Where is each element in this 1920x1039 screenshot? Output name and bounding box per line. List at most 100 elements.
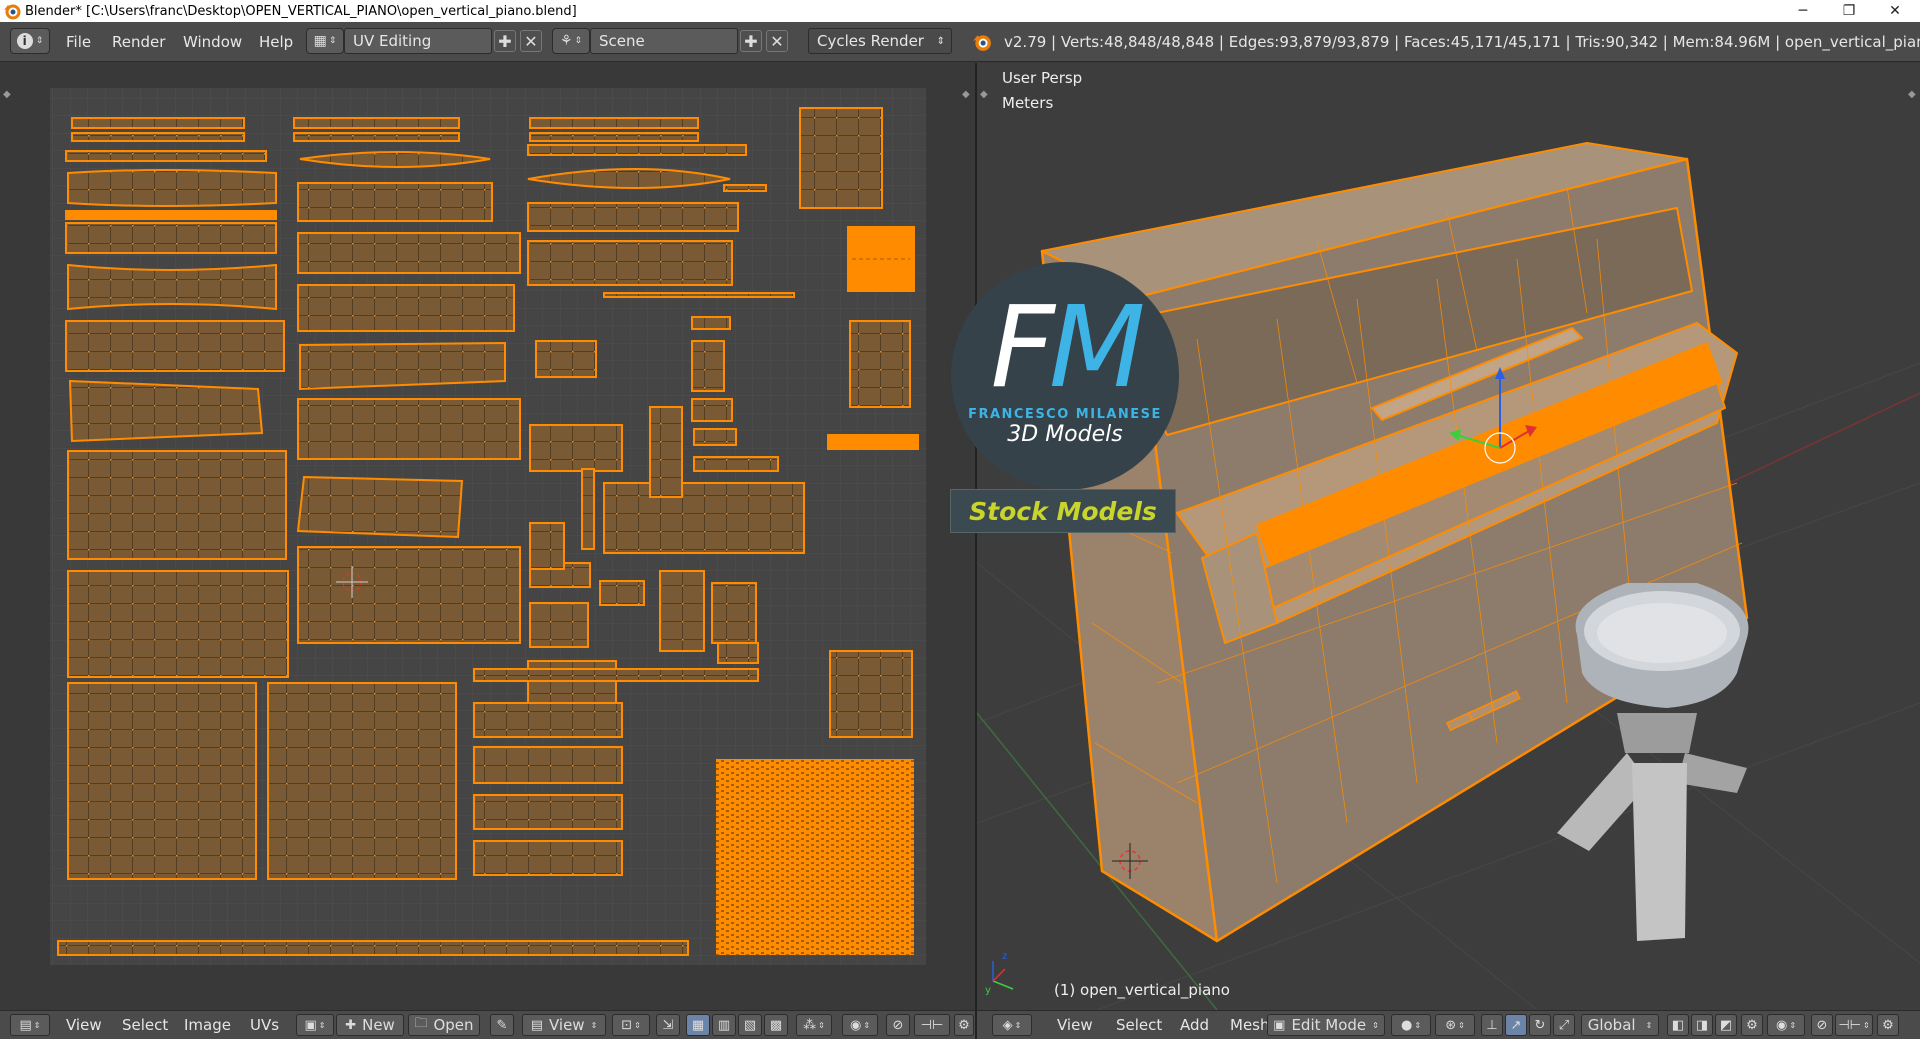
- uv-menu-image[interactable]: Image: [184, 1011, 231, 1039]
- editor-type-3d-button[interactable]: ◈ ⇕: [992, 1014, 1032, 1036]
- chevron-updown-icon: ⇕: [818, 1020, 825, 1030]
- scene-icon: ⚘: [559, 33, 573, 49]
- snap-element-select[interactable]: ⊣⊢ ⇕: [1835, 1014, 1873, 1036]
- maximize-button[interactable]: ❐: [1826, 0, 1872, 22]
- logo-tagline: 3D Models: [1007, 422, 1123, 447]
- piano-stool[interactable]: [1557, 583, 1749, 941]
- snap-icon[interactable]: ⊘: [1811, 1014, 1833, 1036]
- translate-manipulator-icon[interactable]: ↗: [1505, 1014, 1527, 1036]
- uv-menu-view[interactable]: View: [66, 1011, 102, 1039]
- screen-layout-field[interactable]: UV Editing: [344, 28, 492, 54]
- viewport-shading-select[interactable]: ● ⇕: [1391, 1014, 1431, 1036]
- face-select-icon[interactable]: ▧: [738, 1014, 762, 1036]
- blender-logo-icon: [973, 35, 991, 51]
- uv-menu-select[interactable]: Select: [122, 1011, 168, 1039]
- chevron-updown-icon: ⇕: [574, 36, 583, 46]
- chevron-updown-icon: ⇕: [33, 1020, 41, 1030]
- vp-menu-view[interactable]: View: [1057, 1011, 1093, 1039]
- vertex-select-icon[interactable]: ▦: [686, 1014, 710, 1036]
- face-select-icon[interactable]: ◩: [1715, 1014, 1737, 1036]
- uv-dense-islands[interactable]: [716, 759, 914, 955]
- sync-selection-icon[interactable]: ⇲: [656, 1014, 680, 1036]
- 3d-view-icon: ◈: [1002, 1017, 1013, 1033]
- menu-help[interactable]: Help: [259, 22, 293, 62]
- chevron-updown-icon: ⇕: [1414, 1020, 1422, 1030]
- 3d-viewport-header: ◈ ⇕ View Select Add Mesh ▣ Edit Mode ⇕ ● ⇕ ⊛…: [977, 1010, 1920, 1039]
- uv-menu-uvs[interactable]: UVs: [250, 1011, 279, 1039]
- snap-icon[interactable]: ⊘: [886, 1014, 910, 1036]
- scene-field[interactable]: Scene: [590, 28, 738, 54]
- minimize-button[interactable]: ─: [1780, 0, 1826, 22]
- watermark-logo: FM FRANCESCO MILANESE 3D Models: [951, 262, 1179, 490]
- pin-icon[interactable]: ✎: [490, 1014, 514, 1036]
- logo-name: FRANCESCO MILANESE: [968, 407, 1162, 422]
- transform-orientation-label: Global: [1587, 1016, 1636, 1034]
- proportional-icon: ◉: [1775, 1017, 1788, 1033]
- pivot-point-select[interactable]: ⊛ ⇕: [1435, 1014, 1475, 1036]
- logo-initial-f: F: [990, 283, 1054, 413]
- watermark-banner: Stock Models: [950, 489, 1176, 533]
- rotate-manipulator-icon[interactable]: ↻: [1529, 1014, 1551, 1036]
- scene-browse-button[interactable]: ⚘ ⇕: [552, 28, 590, 54]
- add-screen-icon[interactable]: ✚: [494, 30, 516, 52]
- vp-menu-mesh[interactable]: Mesh: [1230, 1011, 1270, 1039]
- occlude-geometry-icon[interactable]: ⚙: [1741, 1014, 1763, 1036]
- scene-statistics: v2.79 | Verts:48,848/48,848 | Edges:93,8…: [1004, 33, 1920, 51]
- view-mode-select[interactable]: ▤ View ⇕: [522, 1014, 606, 1036]
- vp-menu-add[interactable]: Add: [1180, 1011, 1209, 1039]
- add-icon: ✚: [345, 1017, 357, 1033]
- snap-target-select[interactable]: ⊣⊢: [914, 1014, 950, 1036]
- screen-layout-browse-button[interactable]: ▦ ⇕: [306, 28, 344, 54]
- delete-scene-icon[interactable]: ✕: [766, 30, 788, 52]
- new-image-button[interactable]: ✚ New: [336, 1014, 404, 1036]
- image-icon: ▣: [304, 1017, 317, 1033]
- 3d-viewport[interactable]: ◆ ◆ User Persp Meters z y (1) open_verti…: [977, 63, 1920, 1010]
- proportional-edit-select[interactable]: ◉ ⇕: [842, 1014, 878, 1036]
- image-editor-icon: ▤: [19, 1017, 32, 1033]
- editor-type-uv-button[interactable]: ▤ ⇕: [10, 1014, 50, 1036]
- scale-manipulator-icon[interactable]: ⤢: [1553, 1014, 1575, 1036]
- proportional-edit-select[interactable]: ◉ ⇕: [1767, 1014, 1805, 1036]
- manipulator-toggle-icon[interactable]: ⊥: [1481, 1014, 1503, 1036]
- sticky-select-mode[interactable]: ⁂ ⇕: [796, 1014, 832, 1036]
- editor-type-info-button[interactable]: i ⇕: [10, 28, 50, 54]
- chevron-updown-icon: ⇕: [1372, 1020, 1379, 1030]
- delete-screen-icon[interactable]: ✕: [520, 30, 542, 52]
- render-preview-icon[interactable]: ⚙: [1877, 1014, 1899, 1036]
- layout-grid-icon: ▦: [313, 33, 327, 49]
- close-window-button[interactable]: ✕: [1872, 0, 1918, 22]
- render-icon[interactable]: ⚙: [954, 1014, 974, 1036]
- menu-render[interactable]: Render: [112, 22, 165, 62]
- menu-window[interactable]: Window: [183, 22, 242, 62]
- image-browse-button[interactable]: ▣ ⇕: [296, 1014, 334, 1036]
- transform-orientation-select[interactable]: Global ⇕: [1581, 1014, 1659, 1036]
- chevron-updown-icon: ⇕: [936, 35, 945, 47]
- proportional-icon: ◉: [849, 1017, 862, 1033]
- island-select-icon[interactable]: ▩: [764, 1014, 788, 1036]
- edge-select-icon[interactable]: ▥: [712, 1014, 736, 1036]
- render-engine-select[interactable]: Cycles Render ⇕: [808, 28, 952, 54]
- chevron-updown-icon: ⇕: [863, 1020, 871, 1030]
- logo-initial-m: M: [1048, 283, 1146, 413]
- chevron-updown-icon: ⇕: [1645, 1020, 1653, 1030]
- viewport-canvas[interactable]: z y: [977, 63, 1920, 1010]
- blender-logo-icon: [4, 4, 21, 20]
- uv-image-editor[interactable]: ◆ ◆: [0, 63, 975, 1010]
- uv-canvas[interactable]: [0, 63, 975, 1010]
- open-image-label: Open: [433, 1016, 474, 1034]
- open-image-button[interactable]: 🗀 Open: [408, 1014, 480, 1036]
- chevron-updown-icon: ⇕: [1014, 1020, 1022, 1030]
- pivot-icon: ⊛: [1445, 1017, 1457, 1033]
- uv-editor-header: ▤ ⇕ View Select Image UVs ▣ ⇕ ✚ New 🗀 Open ✎…: [0, 1010, 975, 1039]
- pivot-select[interactable]: ⊡ ⇕: [612, 1014, 650, 1036]
- interaction-mode-select[interactable]: ▣ Edit Mode ⇕: [1267, 1014, 1385, 1036]
- vertex-select-icon[interactable]: ◧: [1667, 1014, 1689, 1036]
- window-title: Blender* [C:\Users\franc\Desktop\OPEN_VE…: [25, 3, 577, 19]
- edge-select-icon[interactable]: ◨: [1691, 1014, 1713, 1036]
- menu-file[interactable]: File: [66, 22, 91, 62]
- chevron-updown-icon: ⇕: [1862, 1020, 1870, 1030]
- svg-text:z: z: [1002, 951, 1007, 962]
- active-object-label: (1) open_vertical_piano: [1054, 981, 1230, 999]
- add-scene-icon[interactable]: ✚: [740, 30, 762, 52]
- vp-menu-select[interactable]: Select: [1116, 1011, 1162, 1039]
